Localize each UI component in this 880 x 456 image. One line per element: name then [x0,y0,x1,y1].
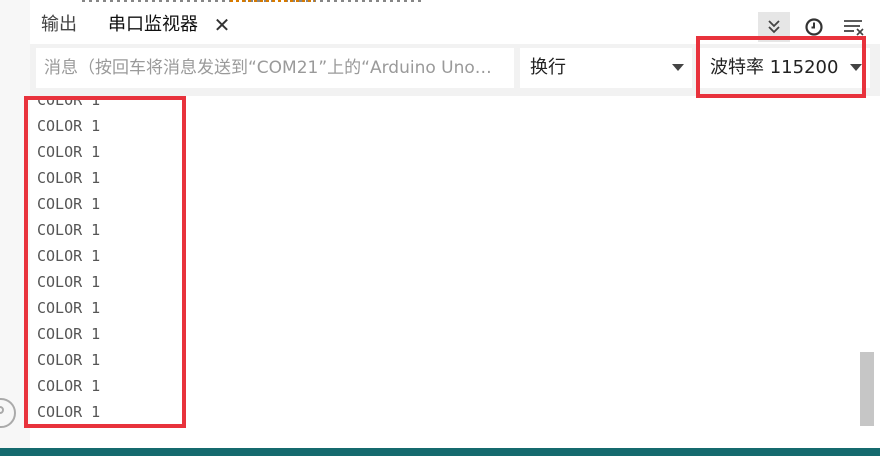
tab-output[interactable]: 输出 [41,6,77,44]
scrollbar-thumb[interactable] [860,352,874,426]
message-input[interactable] [36,48,514,88]
close-tab-button[interactable]: ✕ [212,15,232,35]
output-highlight-box [24,96,186,428]
clock-icon [805,18,823,36]
line-ending-select[interactable]: 换行 [520,48,692,88]
chevron-down-icon [672,64,684,71]
baud-highlight-box [696,36,866,98]
editor-text-fragment-highlighted [230,0,315,2]
chevron-double-down-icon [768,20,780,34]
clear-output-icon [844,20,864,36]
tab-serial-monitor[interactable]: 串口监视器 [108,6,198,44]
line-ending-value: 换行 [530,57,566,78]
status-bar [0,448,880,456]
